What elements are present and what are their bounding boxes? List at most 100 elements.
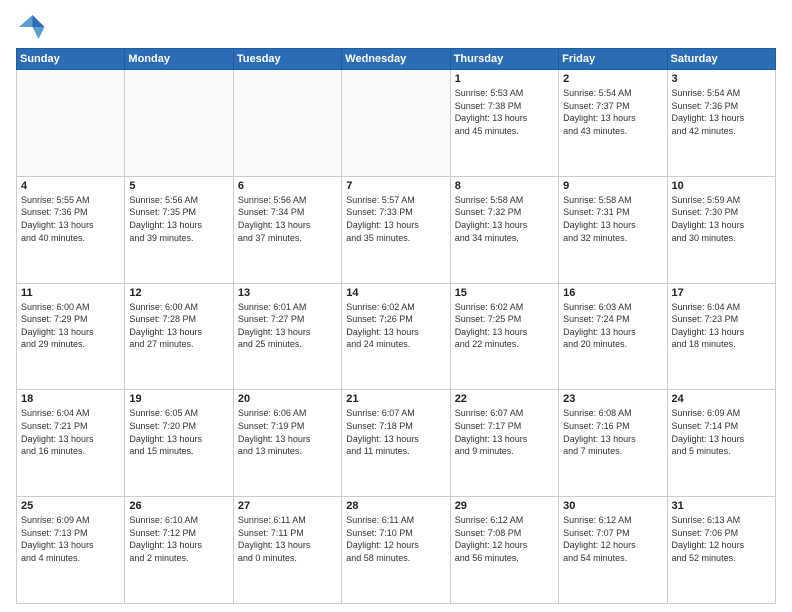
day-info: Sunrise: 6:04 AM Sunset: 7:21 PM Dayligh… <box>21 407 120 457</box>
day-number: 11 <box>21 287 120 299</box>
calendar-cell: 1 Sunrise: 5:53 AM Sunset: 7:38 PM Daylig… <box>450 70 558 177</box>
day-info: Sunrise: 6:11 AM Sunset: 7:11 PM Dayligh… <box>238 514 337 564</box>
day-number: 30 <box>563 500 662 512</box>
calendar-cell: 18 Sunrise: 6:04 AM Sunset: 7:21 PM Dayli… <box>17 390 125 497</box>
calendar-cell: 2 Sunrise: 5:54 AM Sunset: 7:37 PM Daylig… <box>559 70 667 177</box>
day-number: 23 <box>563 393 662 405</box>
day-number: 27 <box>238 500 337 512</box>
day-info: Sunrise: 6:03 AM Sunset: 7:24 PM Dayligh… <box>563 301 662 351</box>
calendar-cell: 21Sunrise: 6:07 AM Sunset: 7:18 PM Dayli… <box>342 390 450 497</box>
day-info: Sunrise: 5:54 AM Sunset: 7:37 PM Dayligh… <box>563 87 662 137</box>
day-info: Sunrise: 6:09 AM Sunset: 7:14 PM Dayligh… <box>672 407 771 457</box>
day-number: 18 <box>21 393 120 405</box>
week-row-2: 4 Sunrise: 5:55 AM Sunset: 7:36 PM Daylig… <box>17 176 776 283</box>
header <box>16 12 776 42</box>
day-number: 6 <box>238 180 337 192</box>
day-info: Sunrise: 5:53 AM Sunset: 7:38 PM Dayligh… <box>455 87 554 137</box>
day-info: Sunrise: 6:00 AM Sunset: 7:29 PM Dayligh… <box>21 301 120 351</box>
calendar-cell: 25Sunrise: 6:09 AM Sunset: 7:13 PM Dayli… <box>17 497 125 604</box>
day-number: 1 <box>455 73 554 85</box>
calendar-cell: 26 Sunrise: 6:10 AM Sunset: 7:12 PM Dayli… <box>125 497 233 604</box>
calendar-cell: 8Sunrise: 5:58 AM Sunset: 7:32 PM Daylig… <box>450 176 558 283</box>
day-number: 9 <box>563 180 662 192</box>
weekday-header-thursday: Thursday <box>450 49 558 70</box>
day-number: 14 <box>346 287 445 299</box>
calendar-cell: 11 Sunrise: 6:00 AM Sunset: 7:29 PM Dayli… <box>17 283 125 390</box>
day-info: Sunrise: 6:07 AM Sunset: 7:18 PM Dayligh… <box>346 407 445 457</box>
day-number: 24 <box>672 393 771 405</box>
day-info: Sunrise: 6:02 AM Sunset: 7:26 PM Dayligh… <box>346 301 445 351</box>
day-number: 20 <box>238 393 337 405</box>
calendar-cell <box>17 70 125 177</box>
day-number: 19 <box>129 393 228 405</box>
day-info: Sunrise: 6:01 AM Sunset: 7:27 PM Dayligh… <box>238 301 337 351</box>
day-info: Sunrise: 6:06 AM Sunset: 7:19 PM Dayligh… <box>238 407 337 457</box>
calendar-cell: 20 Sunrise: 6:06 AM Sunset: 7:19 PM Dayli… <box>233 390 341 497</box>
calendar-cell: 16Sunrise: 6:03 AM Sunset: 7:24 PM Dayli… <box>559 283 667 390</box>
calendar-cell: 27 Sunrise: 6:11 AM Sunset: 7:11 PM Dayli… <box>233 497 341 604</box>
calendar-cell: 6 Sunrise: 5:56 AM Sunset: 7:34 PM Daylig… <box>233 176 341 283</box>
logo-icon <box>16 12 46 42</box>
calendar-cell: 28 Sunrise: 6:11 AM Sunset: 7:10 PM Dayli… <box>342 497 450 604</box>
day-number: 3 <box>672 73 771 85</box>
day-number: 28 <box>346 500 445 512</box>
calendar-cell: 31 Sunrise: 6:13 AM Sunset: 7:06 PM Dayli… <box>667 497 775 604</box>
week-row-1: 1 Sunrise: 5:53 AM Sunset: 7:38 PM Daylig… <box>17 70 776 177</box>
calendar-cell <box>233 70 341 177</box>
calendar-body: 1 Sunrise: 5:53 AM Sunset: 7:38 PM Daylig… <box>17 70 776 604</box>
weekday-header-sunday: Sunday <box>17 49 125 70</box>
calendar-cell: 7Sunrise: 5:57 AM Sunset: 7:33 PM Daylig… <box>342 176 450 283</box>
day-info: Sunrise: 6:07 AM Sunset: 7:17 PM Dayligh… <box>455 407 554 457</box>
day-info: Sunrise: 6:09 AM Sunset: 7:13 PM Dayligh… <box>21 514 120 564</box>
day-info: Sunrise: 5:55 AM Sunset: 7:36 PM Dayligh… <box>21 194 120 244</box>
day-info: Sunrise: 6:13 AM Sunset: 7:06 PM Dayligh… <box>672 514 771 564</box>
day-info: Sunrise: 5:59 AM Sunset: 7:30 PM Dayligh… <box>672 194 771 244</box>
day-number: 17 <box>672 287 771 299</box>
calendar-cell: 17 Sunrise: 6:04 AM Sunset: 7:23 PM Dayli… <box>667 283 775 390</box>
logo <box>16 12 50 42</box>
day-info: Sunrise: 6:11 AM Sunset: 7:10 PM Dayligh… <box>346 514 445 564</box>
calendar-cell: 4 Sunrise: 5:55 AM Sunset: 7:36 PM Daylig… <box>17 176 125 283</box>
day-info: Sunrise: 6:12 AM Sunset: 7:08 PM Dayligh… <box>455 514 554 564</box>
day-number: 22 <box>455 393 554 405</box>
day-info: Sunrise: 5:56 AM Sunset: 7:34 PM Dayligh… <box>238 194 337 244</box>
calendar: SundayMondayTuesdayWednesdayThursdayFrid… <box>16 48 776 604</box>
day-info: Sunrise: 5:54 AM Sunset: 7:36 PM Dayligh… <box>672 87 771 137</box>
calendar-cell: 19 Sunrise: 6:05 AM Sunset: 7:20 PM Dayli… <box>125 390 233 497</box>
calendar-cell <box>342 70 450 177</box>
calendar-cell: 14 Sunrise: 6:02 AM Sunset: 7:26 PM Dayli… <box>342 283 450 390</box>
calendar-cell <box>125 70 233 177</box>
day-info: Sunrise: 6:05 AM Sunset: 7:20 PM Dayligh… <box>129 407 228 457</box>
day-number: 13 <box>238 287 337 299</box>
day-number: 29 <box>455 500 554 512</box>
calendar-cell: 15Sunrise: 6:02 AM Sunset: 7:25 PM Dayli… <box>450 283 558 390</box>
weekday-header-friday: Friday <box>559 49 667 70</box>
day-info: Sunrise: 5:57 AM Sunset: 7:33 PM Dayligh… <box>346 194 445 244</box>
day-info: Sunrise: 5:58 AM Sunset: 7:32 PM Dayligh… <box>455 194 554 244</box>
weekday-header-saturday: Saturday <box>667 49 775 70</box>
calendar-cell: 22 Sunrise: 6:07 AM Sunset: 7:17 PM Dayli… <box>450 390 558 497</box>
day-number: 26 <box>129 500 228 512</box>
day-info: Sunrise: 6:04 AM Sunset: 7:23 PM Dayligh… <box>672 301 771 351</box>
weekday-header-monday: Monday <box>125 49 233 70</box>
week-row-3: 11 Sunrise: 6:00 AM Sunset: 7:29 PM Dayli… <box>17 283 776 390</box>
day-info: Sunrise: 6:08 AM Sunset: 7:16 PM Dayligh… <box>563 407 662 457</box>
day-info: Sunrise: 5:58 AM Sunset: 7:31 PM Dayligh… <box>563 194 662 244</box>
calendar-cell: 3 Sunrise: 5:54 AM Sunset: 7:36 PM Daylig… <box>667 70 775 177</box>
calendar-header: SundayMondayTuesdayWednesdayThursdayFrid… <box>17 49 776 70</box>
calendar-cell: 30 Sunrise: 6:12 AM Sunset: 7:07 PM Dayli… <box>559 497 667 604</box>
page: SundayMondayTuesdayWednesdayThursdayFrid… <box>0 0 792 612</box>
day-number: 2 <box>563 73 662 85</box>
day-info: Sunrise: 5:56 AM Sunset: 7:35 PM Dayligh… <box>129 194 228 244</box>
day-info: Sunrise: 6:10 AM Sunset: 7:12 PM Dayligh… <box>129 514 228 564</box>
day-number: 4 <box>21 180 120 192</box>
calendar-cell: 12Sunrise: 6:00 AM Sunset: 7:28 PM Dayli… <box>125 283 233 390</box>
day-number: 31 <box>672 500 771 512</box>
calendar-cell: 9 Sunrise: 5:58 AM Sunset: 7:31 PM Daylig… <box>559 176 667 283</box>
week-row-4: 18 Sunrise: 6:04 AM Sunset: 7:21 PM Dayli… <box>17 390 776 497</box>
calendar-cell: 5Sunrise: 5:56 AM Sunset: 7:35 PM Daylig… <box>125 176 233 283</box>
day-number: 10 <box>672 180 771 192</box>
weekday-header-wednesday: Wednesday <box>342 49 450 70</box>
day-info: Sunrise: 6:12 AM Sunset: 7:07 PM Dayligh… <box>563 514 662 564</box>
day-info: Sunrise: 6:02 AM Sunset: 7:25 PM Dayligh… <box>455 301 554 351</box>
